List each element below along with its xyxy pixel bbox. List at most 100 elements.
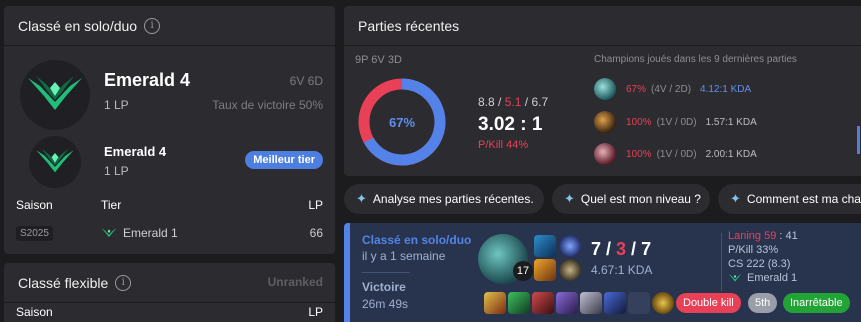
kda-sep: / <box>601 239 617 259</box>
champion-row[interactable]: 100% (1V / 0D) 2.00:1 KDA <box>594 141 757 167</box>
chip-label: Quel est mon niveau ? <box>580 192 701 206</box>
champion-record: (1V / 0D) <box>656 148 697 160</box>
champion-kda: 1.57:1 KDA <box>705 116 757 128</box>
kill-participation: P/Kill 44% <box>478 139 529 151</box>
unranked-label: Unranked <box>267 275 323 289</box>
champion-level: 17 <box>513 261 533 281</box>
season-tier: Emerald 1 <box>101 226 178 240</box>
ranked-flex-card: Classé flexible i Unranked Saison LP <box>4 263 335 322</box>
winrate-percent: 67% <box>388 114 416 130</box>
trinket-icon[interactable] <box>652 292 674 314</box>
item-icon[interactable] <box>580 292 602 314</box>
champion-icon-teal <box>594 78 616 100</box>
match-rank-label: Emerald 1 <box>747 272 798 284</box>
sparkle-icon: ✦ <box>564 191 575 206</box>
chip-label: Comment est ma cha <box>746 192 861 206</box>
ranked-solo-card: Classé en solo/duo i Emerald 4 1 LP 6V 6… <box>4 6 335 254</box>
ask-level-button[interactable]: ✦ Quel est mon niveau ? <box>552 184 710 214</box>
sparkle-icon: ✦ <box>356 191 367 206</box>
champion-winrate: 67% <box>626 83 647 95</box>
match-result: Victoire <box>362 280 406 294</box>
match-deaths: 3 <box>616 239 627 259</box>
match-time-ago: il y a 1 semaine <box>362 249 446 263</box>
info-icon[interactable]: i <box>144 17 161 34</box>
season-table-header: Saison Tier LP <box>4 198 335 220</box>
win-rate: Taux de victoire 50% <box>212 98 323 112</box>
item-icon[interactable] <box>484 292 506 314</box>
match-rank: Emerald 1 <box>728 272 797 284</box>
avg-kills: 8.8 <box>478 95 495 109</box>
item-icon[interactable] <box>532 292 554 314</box>
champion-winrate: 100% <box>626 148 652 160</box>
laning-sep: : <box>776 230 786 242</box>
badge-label: 5th <box>755 297 771 309</box>
avg-deaths: 5.1 <box>504 95 522 109</box>
flex-header-season: Saison <box>16 305 53 319</box>
champion-kda: 2.00:1 KDA <box>705 148 757 160</box>
emerald-mini-icon <box>728 273 742 282</box>
season-tag: S2025 <box>16 226 53 241</box>
match-kills: 7 <box>591 239 602 259</box>
divider <box>721 233 722 291</box>
match-queue: Classé en solo/duo <box>362 233 472 247</box>
champion-row[interactable]: 100% (1V / 0D) 1.57:1 KDA <box>594 109 757 135</box>
kda-sep: / <box>498 95 502 109</box>
keystone-rune-icon[interactable] <box>559 235 581 257</box>
recent-games-card: Parties récentes 9P 6V 3D 67% 8.8 / 5.1 … <box>344 6 861 176</box>
ranked-solo-header: Classé en solo/duo i <box>4 6 335 46</box>
badge-label: Double kill <box>683 297 734 309</box>
champion-icon-crimson <box>594 143 616 165</box>
match-kill-participation: P/Kill 33% <box>728 244 779 256</box>
laning-label: Laning 59 <box>728 230 777 242</box>
flex-header-lp: LP <box>308 305 323 319</box>
item-icon[interactable] <box>556 292 578 314</box>
best-tier-badge: Meilleur tier <box>245 151 323 169</box>
kda-sep: / <box>524 95 529 109</box>
ranked-solo-title: Classé en solo/duo <box>18 17 138 34</box>
match-assists: 7 <box>641 239 652 259</box>
peak-tier: Emerald 4 <box>104 144 167 159</box>
match-kda-ratio: 4.67:1 KDA <box>591 263 653 277</box>
champion-record: (4V / 2D) <box>651 83 692 95</box>
sparkle-icon: ✦ <box>730 191 741 206</box>
header-season: Saison <box>16 198 53 212</box>
avg-assists: 6.7 <box>531 95 549 109</box>
champion-icon-amber <box>594 111 616 133</box>
header-lp: LP <box>308 198 323 212</box>
current-tier: Emerald 4 <box>104 70 191 90</box>
match-kda: 7 / 3 / 7 <box>591 239 651 260</box>
emerald-emblem-icon <box>20 60 90 130</box>
champion-winrate: 100% <box>626 116 652 128</box>
item-icon[interactable] <box>508 292 530 314</box>
badge-rank-position: 5th <box>748 293 778 313</box>
ask-analyse-button[interactable]: ✦ Analyse mes parties récentes. <box>344 184 544 214</box>
match-card[interactable]: Classé en solo/duo il y a 1 semaine Vict… <box>344 223 861 322</box>
champion-row[interactable]: 67% (4V / 2D) 4.12:1 KDA <box>594 76 751 102</box>
laning-score: Laning 59 : 41 <box>728 230 798 242</box>
win-loss-record: 6V 6D <box>289 74 323 88</box>
emerald-mini-icon <box>101 228 117 238</box>
current-lp: 1 LP <box>104 98 129 112</box>
badge-unstoppable: Inarrêtable <box>783 293 850 313</box>
kda-sep: / <box>626 239 642 259</box>
games-summary: 9P 6V 3D <box>355 54 402 66</box>
champion-kda: 4.12:1 KDA <box>700 83 752 95</box>
item-icon[interactable] <box>604 292 626 314</box>
emerald-emblem-small-icon <box>29 136 81 188</box>
ask-champion-button[interactable]: ✦ Comment est ma cha <box>718 184 861 214</box>
laning-value: 41 <box>785 230 798 242</box>
secondary-rune-icon[interactable] <box>559 259 581 281</box>
champions-played-title: Champions joués dans les 9 dernières par… <box>594 54 797 65</box>
scroll-indicator <box>857 126 860 154</box>
info-icon[interactable]: i <box>115 274 132 291</box>
badge-double-kill: Double kill <box>676 293 741 313</box>
summoner-spell-icon[interactable] <box>534 235 556 257</box>
match-cs: CS 222 (8.3) <box>728 258 791 270</box>
badge-label: Inarrêtable <box>790 297 843 309</box>
table-row: S2025 Emerald 1 66 <box>4 226 335 248</box>
peak-lp: 1 LP <box>104 164 129 178</box>
summoner-spell-icon[interactable] <box>534 259 556 281</box>
empty-item-slot <box>628 292 650 314</box>
recent-games-title: Parties récentes <box>358 17 460 34</box>
season-lp: 66 <box>309 226 323 240</box>
